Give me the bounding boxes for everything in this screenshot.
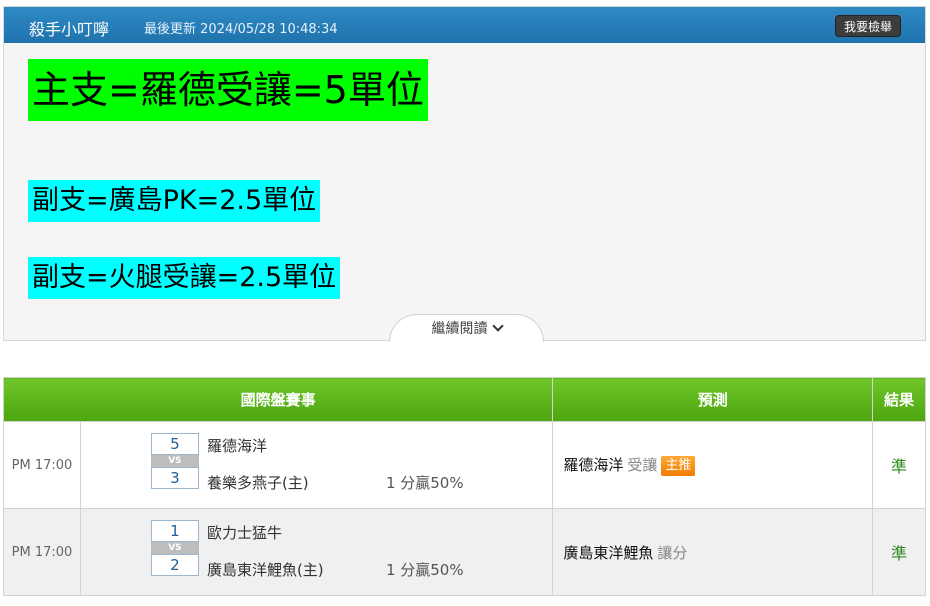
report-button[interactable]: 我要檢舉 (834, 15, 901, 37)
table-row: PM 17:00 5 VS 3 羅德海洋 養樂多燕子(主) 1 分贏50% 羅德… (3, 421, 926, 509)
last-updated: 最後更新 2024/05/28 10:48:34 (144, 22, 338, 37)
read-more-label: 繼續閱讀 (431, 321, 488, 337)
pick-team: 廣島東洋鯉魚 (563, 543, 654, 562)
pick-team: 羅德海洋 (563, 456, 624, 474)
score-box: 1 VS 2 (150, 520, 199, 576)
score-box: 5 VS 3 (150, 433, 199, 489)
games-table: 國際盤賽事 預測 結果 PM 17:00 5 VS 3 羅德海洋 養樂多燕子(主… (2, 377, 926, 596)
main-pick-badge: 主推 (661, 456, 696, 476)
column-header-result: 結果 (872, 377, 926, 422)
author-name[interactable]: 殺手小叮嚀 (29, 16, 109, 40)
prediction-cell: 羅德海洋 受讓 主推 (552, 421, 874, 509)
pick-type: 讓分 (657, 543, 688, 562)
team-away: 羅德海洋 (206, 437, 267, 455)
team-home: 養樂多燕子(主) (206, 474, 309, 492)
score-away: 1 (150, 520, 199, 542)
handicap-odds: 1 分贏50% (385, 474, 464, 492)
vs-label: VS (150, 542, 199, 554)
handicap-odds: 1 分贏50% (385, 561, 464, 579)
column-header-prediction: 預測 (552, 377, 874, 422)
prediction-cell: 廣島東洋鯉魚 讓分 (552, 508, 874, 596)
matchup-cell: 5 VS 3 羅德海洋 養樂多燕子(主) 1 分贏50% (79, 421, 554, 509)
matchup-cell: 1 VS 2 歐力士猛牛 廣島東洋鯉魚(主) 1 分贏50% (79, 508, 554, 596)
article-header: 殺手小叮嚀 最後更新 2024/05/28 10:48:34 我要檢舉 (4, 7, 925, 43)
headline-secondary-pick-2: 副支=火腿受讓=2.5單位 (28, 257, 341, 299)
read-more-button[interactable]: 繼續閱讀 (389, 314, 544, 342)
column-header-event: 國際盤賽事 (2, 377, 554, 422)
table-row: PM 17:00 1 VS 2 歐力士猛牛 廣島東洋鯉魚(主) 1 分贏50% … (3, 508, 926, 596)
headline-main-pick: 主支=羅德受讓=5單位 (28, 59, 428, 121)
result-cell: 準 (872, 508, 926, 596)
score-home: 2 (150, 554, 199, 576)
vs-label: VS (150, 455, 199, 467)
score-home: 3 (150, 467, 199, 489)
chevron-down-icon (491, 320, 504, 332)
table-header-row: 國際盤賽事 預測 結果 (2, 377, 926, 422)
team-away: 歐力士猛牛 (206, 524, 282, 542)
score-away: 5 (150, 433, 199, 455)
headline-secondary-pick-1: 副支=廣島PK=2.5單位 (28, 180, 321, 222)
article-panel: 殺手小叮嚀 最後更新 2024/05/28 10:48:34 我要檢舉 主支=羅… (3, 6, 926, 342)
result-cell: 準 (872, 421, 926, 509)
game-time: PM 17:00 (3, 508, 81, 596)
game-time: PM 17:00 (3, 421, 81, 509)
pick-type: 受讓 (627, 456, 658, 474)
team-home: 廣島東洋鯉魚(主) (206, 561, 324, 579)
